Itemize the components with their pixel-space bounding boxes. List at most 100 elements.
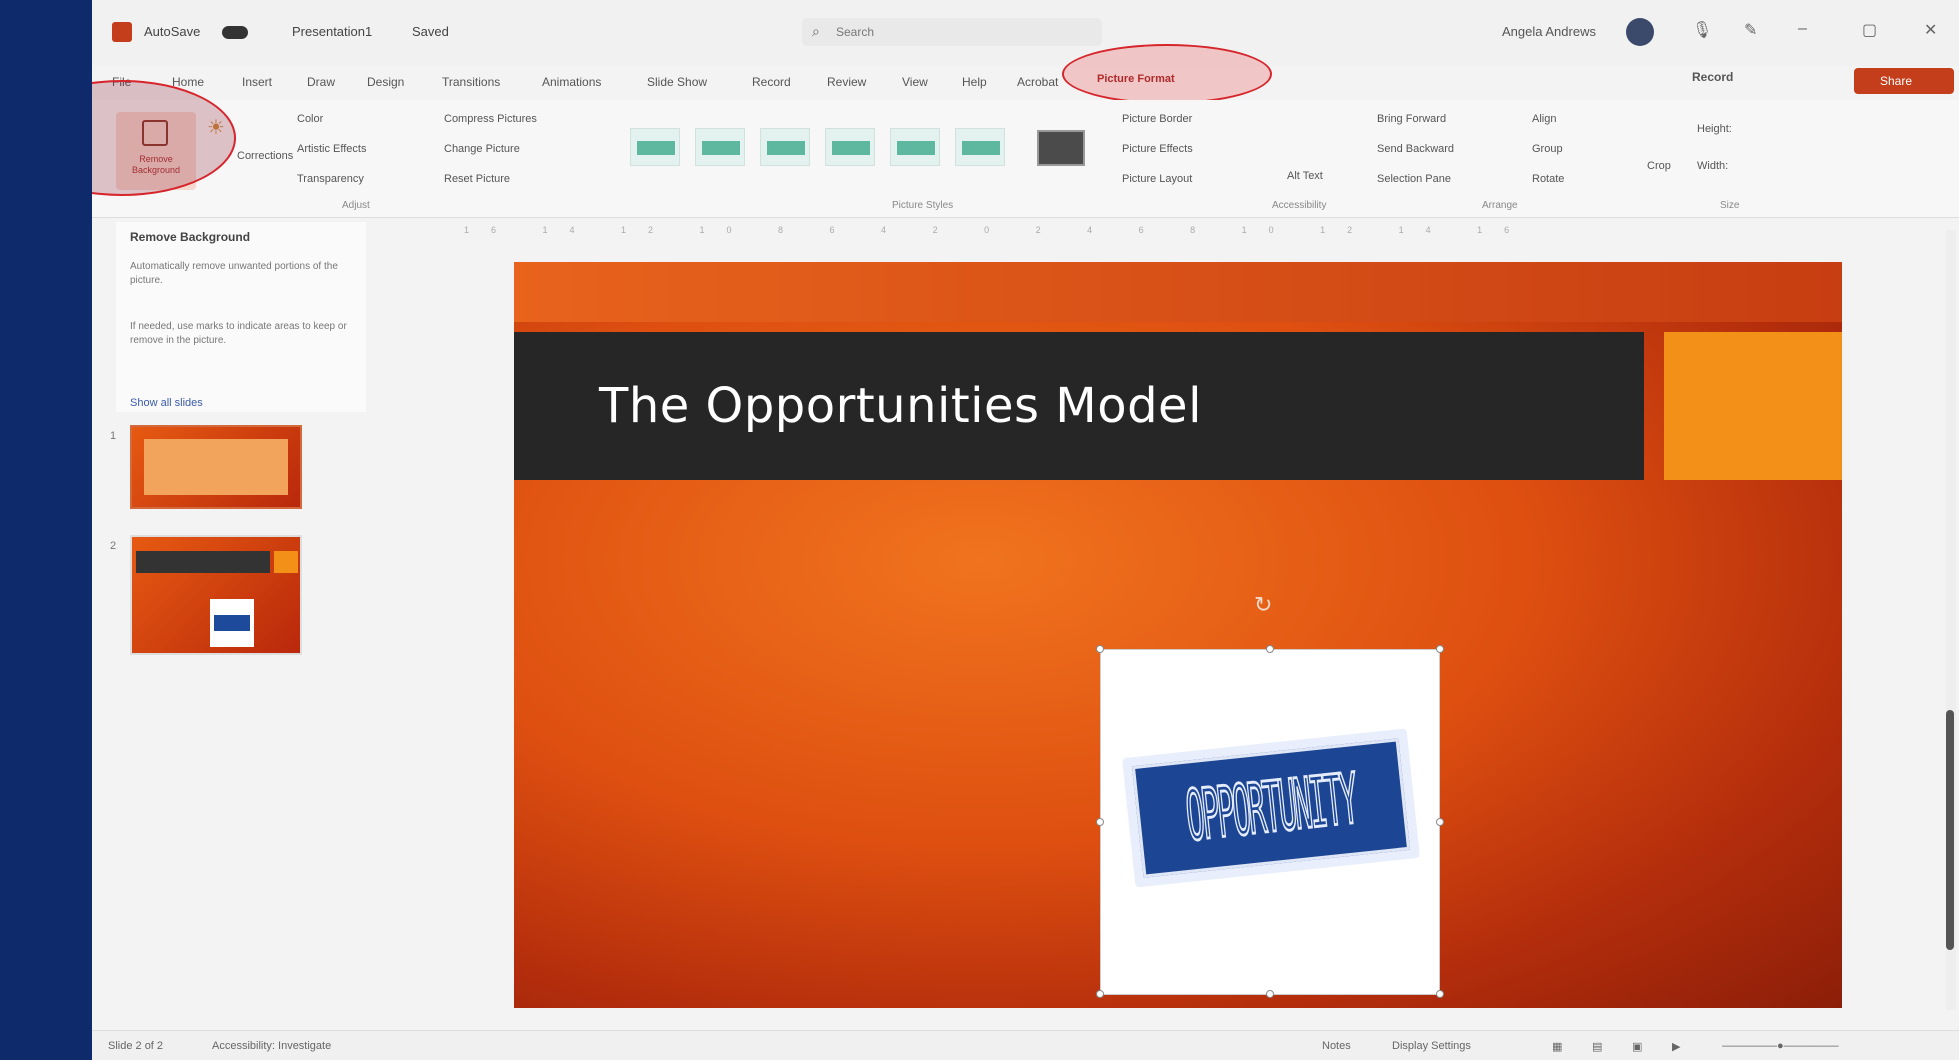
slide-thumbnail-1[interactable] [130,425,302,509]
corrections-button[interactable]: Corrections [237,150,293,162]
autosave-toggle[interactable] [222,26,248,39]
picture-style-2[interactable] [695,128,745,166]
slide-sorter-icon[interactable]: ▤ [1592,1040,1602,1053]
group-button[interactable]: Group [1532,143,1563,155]
picture-style-5[interactable] [890,128,940,166]
sign-plate: OPPORTUNITY [1131,738,1411,878]
horizontal-ruler: 16 14 12 10 8 6 4 2 0 2 4 6 8 10 12 14 1… [464,225,1532,235]
avatar[interactable] [1626,18,1654,46]
picture-layout-button[interactable]: Picture Layout [1122,173,1192,185]
tab-design[interactable]: Design [367,75,404,89]
artistic-effects-button[interactable]: Artistic Effects [297,143,366,155]
tab-acrobat[interactable]: Acrobat [1017,75,1058,89]
slide-title[interactable]: The Opportunities Model [599,378,1202,434]
tab-transitions[interactable]: Transitions [442,75,500,89]
saved-state: Saved [412,24,449,39]
group-label-accessibility: Accessibility [1272,200,1327,211]
picture-style-6[interactable] [955,128,1005,166]
tab-animations[interactable]: Animations [542,75,601,89]
show-all-slides-checkbox[interactable]: Show all slides [130,397,203,409]
record-button[interactable]: Record [1692,70,1733,84]
tab-view[interactable]: View [902,75,928,89]
crop-button[interactable]: Crop [1647,160,1671,172]
slide-top-band [514,262,1842,322]
group-label-size: Size [1720,200,1740,211]
selection-pane-button[interactable]: Selection Pane [1377,173,1451,185]
maximize-icon[interactable]: ▢ [1862,20,1877,40]
bring-forward-button[interactable]: Bring Forward [1377,113,1446,125]
change-picture-button[interactable]: Change Picture [444,143,520,155]
reset-picture-button[interactable]: Reset Picture [444,173,510,185]
tab-help[interactable]: Help [962,75,987,89]
search-box[interactable]: ⌕ Search [802,18,1102,46]
width-label: Width: [1697,160,1729,172]
group-label-styles: Picture Styles [892,200,954,211]
resize-handle-top[interactable] [1266,645,1274,653]
normal-view-icon[interactable]: ▦ [1552,1040,1562,1053]
thumbnail-picture [210,599,254,647]
pen-icon[interactable]: ✎ [1744,20,1757,40]
slideshow-icon[interactable]: ▶ [1672,1040,1680,1053]
height-label: Height: [1697,123,1732,135]
tab-slide-show[interactable]: Slide Show [647,75,707,89]
slide-accent-block [1664,332,1842,480]
ribbon [92,100,1959,218]
zoom-slider[interactable]: —————●————— [1722,1040,1839,1052]
resize-handle-bottom-left[interactable] [1096,990,1104,998]
search-placeholder: Search [836,25,875,39]
resize-handle-bottom-right[interactable] [1436,990,1444,998]
rotate-handle-icon[interactable]: ↻ [1254,592,1272,618]
compress-pictures-button[interactable]: Compress Pictures [444,113,537,125]
file-name[interactable]: Presentation1 [292,24,372,39]
powerpoint-window: AutoSave Presentation1 Saved ⌕ Search An… [92,0,1959,1060]
tooltip-line-1: Automatically remove unwanted portions o… [130,261,338,286]
notes-button[interactable]: Notes [1322,1040,1351,1052]
picture-style-1[interactable] [630,128,680,166]
search-icon: ⌕ [812,23,820,39]
resize-handle-left[interactable] [1096,818,1104,826]
thumbnail-title-bar [136,551,270,573]
picture-effects-button[interactable]: Picture Effects [1122,143,1193,155]
slide-canvas[interactable]: The Opportunities Model ↻ OPPORTUNITY [514,262,1842,1008]
color-button[interactable]: Color [297,113,323,125]
tooltip-line-2: If needed, use marks to indicate areas t… [130,321,347,346]
thumbnail-content [144,439,288,495]
remove-background-tooltip: Remove Background Automatically remove u… [116,222,366,412]
transparency-button[interactable]: Transparency [297,173,364,185]
minimize-icon[interactable]: – [1798,20,1807,38]
tab-insert[interactable]: Insert [242,75,272,89]
resize-handle-top-right[interactable] [1436,645,1444,653]
picture-style-7[interactable] [1037,130,1085,166]
picture-border-button[interactable]: Picture Border [1122,113,1192,125]
slide-number-1: 1 [110,430,117,442]
align-button[interactable]: Align [1532,113,1556,125]
resize-handle-bottom[interactable] [1266,990,1274,998]
tooltip-title: Remove Background [130,230,251,244]
slide-thumbnail-2[interactable] [130,535,302,655]
selected-picture[interactable]: OPPORTUNITY [1096,645,1444,998]
share-button[interactable]: Share [1854,68,1954,94]
rotate-button[interactable]: Rotate [1532,173,1564,185]
display-settings-button[interactable]: Display Settings [1392,1040,1471,1052]
slide-title-bar: The Opportunities Model [514,332,1644,480]
resize-handle-top-left[interactable] [1096,645,1104,653]
send-backward-button[interactable]: Send Backward [1377,143,1454,155]
reading-view-icon[interactable]: ▣ [1632,1040,1642,1053]
mic-icon[interactable]: 🎙 [1692,20,1712,40]
vertical-scrollbar[interactable] [1946,230,1956,1010]
thumbnail-sign [214,615,250,631]
resize-handle-right[interactable] [1436,818,1444,826]
tab-record[interactable]: Record [752,75,791,89]
alt-text-button[interactable]: Alt Text [1287,170,1323,182]
accessibility-status[interactable]: Accessibility: Investigate [212,1040,331,1052]
group-label-adjust: Adjust [342,200,370,211]
user-name[interactable]: Angela Andrews [1502,24,1596,39]
picture-style-4[interactable] [825,128,875,166]
tab-draw[interactable]: Draw [307,75,335,89]
scrollbar-thumb[interactable] [1946,710,1954,950]
close-icon[interactable]: ✕ [1924,20,1937,40]
opportunity-sign: OPPORTUNITY [1121,728,1421,888]
picture-style-3[interactable] [760,128,810,166]
tab-picture-format[interactable]: Picture Format [1097,73,1175,85]
tab-review[interactable]: Review [827,75,866,89]
